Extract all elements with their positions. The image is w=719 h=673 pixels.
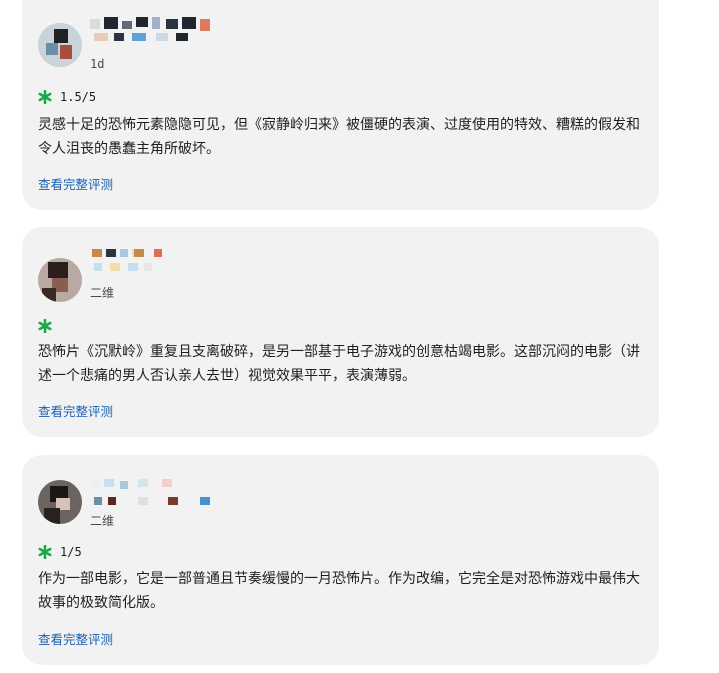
review-time: 二维 xyxy=(90,286,115,300)
view-full-review-link[interactable]: 查看完整评测 xyxy=(38,401,113,420)
rating: 1/5 xyxy=(38,545,82,559)
view-full-review-link[interactable]: 查看完整评测 xyxy=(38,629,113,648)
review-text: 恐怖片《沉默岭》重复且支离破碎，是另一部基于电子游戏的创意枯竭电影。这部沉闷的电… xyxy=(38,344,640,384)
review-text: 作为一部电影，它是一部普通且节奏缓慢的一月恐怖片。作为改编，它完全是对恐怖游戏中… xyxy=(38,571,640,611)
review-text: 灵感十足的恐怖元素隐隐可见，但《寂静岭归来》被僵硬的表演、过度使用的特效、糟糕的… xyxy=(38,117,640,157)
avatar[interactable] xyxy=(38,258,82,302)
avatar[interactable] xyxy=(38,23,82,67)
reviewer-name-blurred[interactable] xyxy=(90,475,220,505)
rating-score: 1.5/5 xyxy=(60,90,97,104)
avatar[interactable] xyxy=(38,480,82,524)
review-card: 1d 1.5/5 灵感十足的恐怖元素隐隐可见，但《寂静岭归来》被僵硬的表演、过度… xyxy=(22,0,659,210)
view-full-review-link[interactable]: 查看完整评测 xyxy=(38,174,113,193)
asterisk-icon xyxy=(38,319,52,333)
rating-score: 1/5 xyxy=(60,545,82,559)
review-card: 二维 1/5 作为一部电影，它是一部普通且节奏缓慢的一月恐怖片。作为改编，它完全… xyxy=(22,455,659,665)
reviewer-name-blurred[interactable] xyxy=(90,247,220,277)
review-card: 二维 恐怖片《沉默岭》重复且支离破碎，是另一部基于电子游戏的创意枯竭电影。这部沉… xyxy=(22,227,659,437)
review-time: 二维 xyxy=(90,514,115,528)
review-time: 1d xyxy=(90,57,105,71)
rating xyxy=(38,319,60,333)
asterisk-icon xyxy=(38,90,52,104)
asterisk-icon xyxy=(38,545,52,559)
reviewer-name-blurred[interactable] xyxy=(90,17,220,47)
rating: 1.5/5 xyxy=(38,90,96,104)
